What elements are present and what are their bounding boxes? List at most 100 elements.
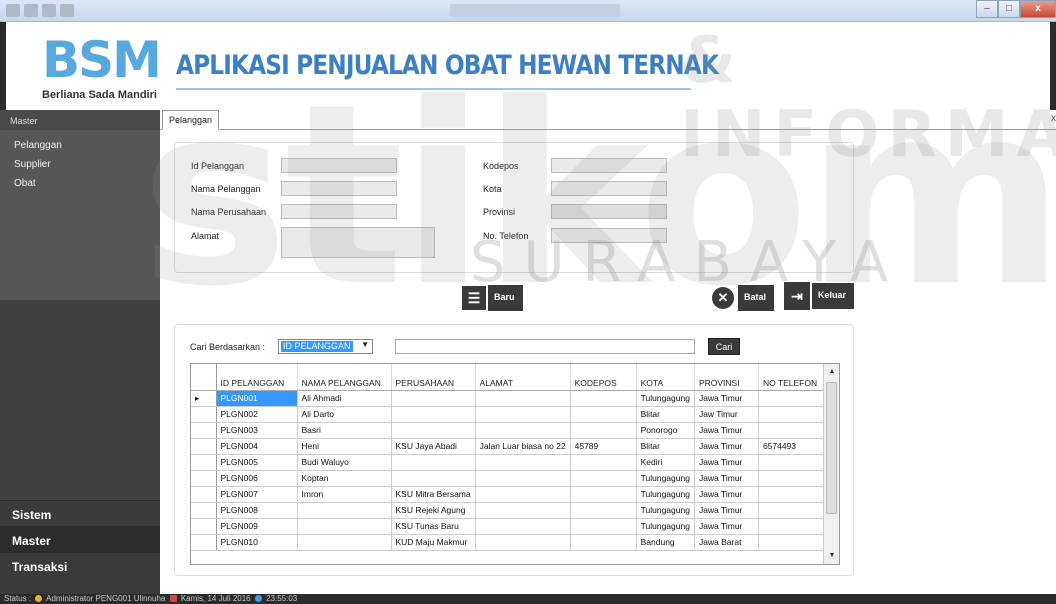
- table-cell[interactable]: PLGN002: [216, 406, 298, 423]
- table-cell[interactable]: KUD Maju Makmur: [391, 534, 476, 551]
- table-cell[interactable]: PLGN004: [216, 438, 298, 455]
- provinsi-field[interactable]: [551, 204, 667, 219]
- search-field-select[interactable]: ID PELANGGAN ▼: [278, 339, 373, 354]
- table-cell[interactable]: KSU Tunas Baru: [391, 518, 476, 535]
- table-cell[interactable]: [570, 406, 637, 423]
- table-row[interactable]: PLGN005 Budi Waluyo Kediri Jawa Timur: [191, 454, 831, 471]
- table-cell[interactable]: Ponorogo: [636, 422, 695, 439]
- keluar-button[interactable]: ⇥ Keluar: [784, 282, 855, 310]
- col-perusahaan[interactable]: PERUSAHAAN: [391, 364, 476, 391]
- row-selector[interactable]: [191, 454, 217, 471]
- col-telefon[interactable]: NO TELEFON: [758, 364, 831, 391]
- table-scrollbar[interactable]: ▲ ▼: [823, 364, 839, 564]
- table-cell[interactable]: Jawa Timur: [694, 518, 759, 535]
- table-cell[interactable]: Jawa Timur: [694, 502, 759, 519]
- table-cell[interactable]: Bandung: [636, 534, 695, 551]
- row-selector[interactable]: ▸: [191, 390, 217, 407]
- table-cell[interactable]: [570, 422, 637, 439]
- tab-close-icon[interactable]: x: [1051, 113, 1056, 124]
- table-row[interactable]: PLGN010 KUD Maju Makmur Bandung Jawa Barat: [191, 534, 831, 551]
- table-cell[interactable]: Tulungagung: [636, 486, 695, 503]
- table-cell[interactable]: [758, 454, 831, 471]
- table-cell[interactable]: Jawa Timur: [694, 454, 759, 471]
- table-row[interactable]: PLGN003 Basri Ponorogo Jawa Timur: [191, 422, 831, 439]
- table-row[interactable]: ▸ PLGN001 Ali Ahmadi Tulungagung Jawa Timur: [191, 390, 831, 407]
- table-cell[interactable]: [475, 406, 571, 423]
- table-cell[interactable]: [297, 534, 392, 551]
- id-pelanggan-field[interactable]: [281, 158, 397, 173]
- row-selector[interactable]: [191, 438, 217, 455]
- maximize-button[interactable]: □: [998, 0, 1020, 18]
- table-cell[interactable]: 6574493: [758, 438, 831, 455]
- table-cell[interactable]: [475, 470, 571, 487]
- scroll-down-icon[interactable]: ▼: [824, 548, 839, 564]
- table-cell[interactable]: [391, 470, 476, 487]
- table-cell[interactable]: KSU Mitra Bersama: [391, 486, 476, 503]
- col-kodepos[interactable]: KODEPOS: [570, 364, 637, 391]
- sidebar-item-pelanggan[interactable]: Pelanggan: [0, 136, 160, 155]
- table-cell[interactable]: [475, 518, 571, 535]
- table-cell[interactable]: [758, 518, 831, 535]
- table-cell[interactable]: [570, 486, 637, 503]
- table-cell[interactable]: Koptan: [297, 470, 392, 487]
- undo-icon[interactable]: [42, 4, 56, 17]
- table-row[interactable]: PLGN009 KSU Tunas Baru Tulungagung Jawa Tim…: [191, 518, 831, 535]
- baru-button[interactable]: ☰ Baru: [462, 285, 523, 311]
- table-cell[interactable]: PLGN005: [216, 454, 298, 471]
- row-selector[interactable]: [191, 502, 217, 519]
- table-cell[interactable]: [570, 454, 637, 471]
- cari-button[interactable]: Cari: [708, 338, 740, 355]
- col-provinsi[interactable]: PROVINSI: [694, 364, 759, 391]
- table-row[interactable]: PLGN006 Koptan Tulungagung Jawa Timur: [191, 470, 831, 487]
- close-window-button[interactable]: x: [1020, 0, 1056, 18]
- col-id[interactable]: ID PELANGGAN: [216, 364, 298, 391]
- table-cell[interactable]: Jawa Timur: [694, 390, 759, 407]
- table-cell[interactable]: Blitar: [636, 438, 695, 455]
- table-row[interactable]: PLGN002 Ali Darto Blitar Jaw Timur: [191, 406, 831, 423]
- table-cell[interactable]: [475, 534, 571, 551]
- table-cell[interactable]: [475, 454, 571, 471]
- sidebar-section-transaksi[interactable]: Transaksi: [0, 552, 160, 578]
- table-cell[interactable]: Jawa Timur: [694, 486, 759, 503]
- nama-pelanggan-field[interactable]: [281, 181, 397, 196]
- tab-pelanggan[interactable]: Pelanggan: [162, 110, 220, 130]
- table-cell[interactable]: [758, 502, 831, 519]
- table-cell[interactable]: Basri: [297, 422, 392, 439]
- table-cell[interactable]: Imron: [297, 486, 392, 503]
- table-cell[interactable]: PLGN010: [216, 534, 298, 551]
- table-cell[interactable]: [570, 534, 637, 551]
- table-cell[interactable]: PLGN003: [216, 422, 298, 439]
- table-cell[interactable]: [570, 470, 637, 487]
- sidebar-section-master[interactable]: Master: [0, 526, 160, 552]
- row-selector[interactable]: [191, 406, 217, 423]
- table-row[interactable]: PLGN008 KSU Rejeki Agung Tulungagung Jawa T…: [191, 502, 831, 519]
- table-cell[interactable]: Heni: [297, 438, 392, 455]
- table-cell[interactable]: PLGN009: [216, 518, 298, 535]
- table-cell[interactable]: [391, 406, 476, 423]
- table-cell[interactable]: Ali Darto: [297, 406, 392, 423]
- table-cell[interactable]: Kediri: [636, 454, 695, 471]
- row-selector[interactable]: [191, 534, 217, 551]
- table-cell[interactable]: [475, 422, 571, 439]
- redo-icon[interactable]: [60, 4, 74, 17]
- sidebar-item-supplier[interactable]: Supplier: [0, 155, 160, 174]
- kodepos-field[interactable]: [551, 158, 667, 173]
- table-cell[interactable]: Jawa Timur: [694, 438, 759, 455]
- table-cell[interactable]: [758, 486, 831, 503]
- table-cell[interactable]: Jaw Timur: [694, 406, 759, 423]
- table-cell[interactable]: [391, 390, 476, 407]
- table-cell[interactable]: Tulungagung: [636, 502, 695, 519]
- table-cell[interactable]: [475, 390, 571, 407]
- customer-table[interactable]: ID PELANGGAN NAMA PELANGGAN PERUSAHAAN A…: [190, 363, 840, 565]
- table-cell[interactable]: [391, 422, 476, 439]
- col-nama[interactable]: NAMA PELANGGAN: [297, 364, 392, 391]
- kota-field[interactable]: [551, 181, 667, 196]
- row-selector[interactable]: [191, 518, 217, 535]
- sidebar-section-sistem[interactable]: Sistem: [0, 500, 160, 526]
- table-cell[interactable]: Tulungagung: [636, 470, 695, 487]
- table-cell[interactable]: [475, 486, 571, 503]
- col-kota[interactable]: KOTA: [636, 364, 695, 391]
- table-cell[interactable]: PLGN006: [216, 470, 298, 487]
- table-cell[interactable]: [758, 422, 831, 439]
- table-cell[interactable]: Tulungagung: [636, 518, 695, 535]
